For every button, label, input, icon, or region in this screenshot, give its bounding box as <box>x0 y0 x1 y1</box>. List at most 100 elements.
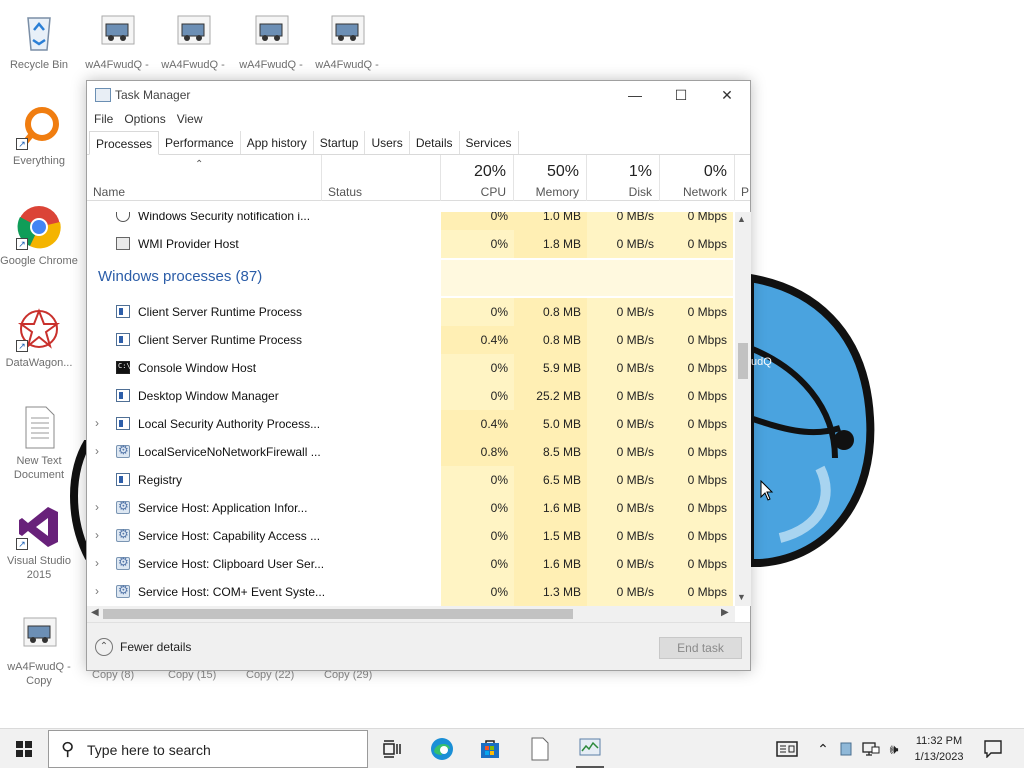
fewer-details-label: Fewer details <box>120 640 192 654</box>
table-row[interactable]: › Service Host: COM+ Event Syste... 0%1.3 … <box>87 578 735 606</box>
scroll-up-icon[interactable]: ▲ <box>737 214 746 224</box>
table-row[interactable]: Client Server Runtime Process 0.4% 0.8 MB 0… <box>87 326 735 354</box>
menu-view[interactable]: View <box>177 109 210 131</box>
desktop-icon-wa4fwudq-1[interactable]: wA4FwudQ - <box>78 8 156 72</box>
speaker-icon: 🕪 <box>889 741 899 757</box>
column-memory[interactable]: 50% Memory <box>514 155 587 201</box>
network-value: 0 Mbps <box>660 578 733 606</box>
news-widget-button[interactable] <box>772 729 802 768</box>
chevron-up-icon: ⌃ <box>95 638 113 656</box>
disk-value: 0 MB/s <box>587 494 660 522</box>
chevron-right-icon[interactable]: › <box>95 584 99 598</box>
table-row[interactable]: Windows Security notification i... 0% 1.… <box>87 212 735 230</box>
show-hidden-icons-button[interactable]: ⌃ <box>812 729 834 768</box>
notepad-button[interactable] <box>516 729 564 768</box>
tab-processes[interactable]: Processes <box>89 131 160 155</box>
disk-total-pct: 1% <box>628 163 652 180</box>
scrollbar-thumb[interactable] <box>738 343 748 379</box>
notifications-button[interactable] <box>978 729 1008 768</box>
scrollbar-thumb[interactable] <box>103 609 573 619</box>
window-title: Task Manager <box>115 88 191 102</box>
table-row[interactable]: › LocalServiceNoNetworkFirewall ... 0.8%8.… <box>87 438 735 466</box>
minimize-button[interactable]: — <box>612 81 658 109</box>
network-value: 0 Mbps <box>660 466 733 494</box>
desktop-icon-label: Visual Studio 2015 <box>6 555 71 581</box>
table-row[interactable]: WMI Provider Host 0% 1.8 MB 0 MB/s 0 Mbp… <box>87 230 735 258</box>
task-manager-icon <box>95 88 111 102</box>
column-disk[interactable]: 1% Disk <box>587 155 660 201</box>
tab-details[interactable]: Details <box>410 131 460 154</box>
column-power[interactable]: P <box>735 155 751 201</box>
column-cpu[interactable]: 20% CPU <box>441 155 514 201</box>
desktop-icon-wa4fwudq-3[interactable]: wA4FwudQ - <box>232 8 310 72</box>
cpu-value: 0% <box>441 354 514 382</box>
horizontal-scrollbar[interactable]: ◀ ▶ <box>87 606 735 622</box>
tab-services[interactable]: Services <box>460 131 519 154</box>
edge-button[interactable] <box>418 729 466 768</box>
desktop-icon-visual-studio[interactable]: ↗ Visual Studio 2015 <box>0 504 78 582</box>
desktop-icon-wa4fwudq-2[interactable]: wA4FwudQ - <box>154 8 232 72</box>
tab-performance[interactable]: Performance <box>159 131 241 154</box>
search-box[interactable]: ⚲ Type here to search <box>48 730 368 768</box>
scroll-right-icon[interactable]: ▶ <box>721 607 729 618</box>
maximize-button[interactable]: ☐ <box>658 81 704 109</box>
column-network[interactable]: 0% Network <box>660 155 735 201</box>
table-row[interactable]: Console Window Host 0%5.9 MB0 MB/s0 Mbps <box>87 354 735 382</box>
desktop-icon-new-text-document[interactable]: New Text Document <box>0 404 78 482</box>
chevron-right-icon[interactable]: › <box>95 528 99 542</box>
tab-strip: Processes Performance App history Startu… <box>87 131 750 155</box>
tab-startup[interactable]: Startup <box>314 131 366 154</box>
desktop-icon-wa4fwudq-copy[interactable]: wA4FwudQ - Copy <box>0 610 78 688</box>
desktop-icon-google-chrome[interactable]: ↗ Google Chrome <box>0 204 78 268</box>
table-row[interactable]: › Service Host: Clipboard User Ser... 0%1.… <box>87 550 735 578</box>
task-manager-taskbar-button[interactable] <box>566 729 614 768</box>
table-row[interactable]: › Service Host: Capability Access ... 0%1.… <box>87 522 735 550</box>
table-row[interactable]: Registry 0% 6.5 MB 0 MB/s 0 Mbps <box>87 466 735 494</box>
scroll-left-icon[interactable]: ◀ <box>91 607 99 618</box>
desktop-icon-recycle-bin[interactable]: Recycle Bin <box>0 8 78 72</box>
column-name[interactable]: Name <box>87 155 322 201</box>
title-bar[interactable]: Task Manager — ☐ ✕ <box>87 81 750 109</box>
desktop-icon-label-partial[interactable]: udQ <box>751 356 772 368</box>
store-button[interactable] <box>466 729 514 768</box>
menu-options[interactable]: Options <box>124 109 172 131</box>
desktop-icon-wa4fwudq-4[interactable]: wA4FwudQ - <box>308 8 386 72</box>
chrome-icon: ↗ <box>16 204 62 250</box>
desktop-icon-datawagon[interactable]: ↗ DataWagon... <box>0 306 78 370</box>
tab-users[interactable]: Users <box>365 131 410 154</box>
scroll-down-icon[interactable]: ▼ <box>737 592 746 602</box>
table-row[interactable]: Desktop Window Manager 0% 25.2 MB 0 MB/s 0 M… <box>87 382 735 410</box>
network-value: 0 Mbps <box>660 438 733 466</box>
cpu-value: 0% <box>441 578 514 606</box>
close-button[interactable]: ✕ <box>704 81 750 109</box>
fewer-details-button[interactable]: ⌃ Fewer details <box>95 638 191 656</box>
tab-app-history[interactable]: App history <box>241 131 314 154</box>
menu-file[interactable]: File <box>94 109 120 131</box>
network-value: 0 Mbps <box>660 326 733 354</box>
chevron-right-icon[interactable]: › <box>95 500 99 514</box>
desktop-icon-everything[interactable]: ↗ Everything <box>0 104 78 168</box>
volume-button[interactable]: 🕪 <box>884 729 904 768</box>
vertical-scrollbar[interactable]: ▲ ▼ <box>735 212 751 606</box>
clock[interactable]: 11:32 PM 1/13/2023 <box>906 733 972 765</box>
disk-value: 0 MB/s <box>587 438 660 466</box>
end-task-button[interactable]: End task <box>659 637 742 659</box>
table-row[interactable]: › Local Security Authority Process... 0.4%… <box>87 410 735 438</box>
footer: ⌃ Fewer details End task <box>87 622 750 670</box>
chevron-right-icon[interactable]: › <box>95 416 99 430</box>
tray-app-button[interactable] <box>838 729 854 768</box>
task-view-button[interactable] <box>368 729 416 768</box>
table-row[interactable]: Client Server Runtime Process 0% 0.8 MB 0 M… <box>87 298 735 326</box>
start-button[interactable] <box>0 729 48 768</box>
column-status[interactable]: Status <box>322 155 441 201</box>
chevron-right-icon[interactable]: › <box>95 556 99 570</box>
group-memory-cell <box>514 260 587 296</box>
table-row[interactable]: › Service Host: Application Infor... 0%1.6… <box>87 494 735 522</box>
group-header[interactable]: Windows processes (87) <box>87 260 735 296</box>
memory-value: 0.8 MB <box>514 326 587 354</box>
chevron-right-icon[interactable]: › <box>95 444 99 458</box>
network-button[interactable] <box>860 729 882 768</box>
news-icon <box>776 741 798 757</box>
disk-value: 0 MB/s <box>587 230 660 258</box>
process-name: WMI Provider Host <box>138 237 239 251</box>
